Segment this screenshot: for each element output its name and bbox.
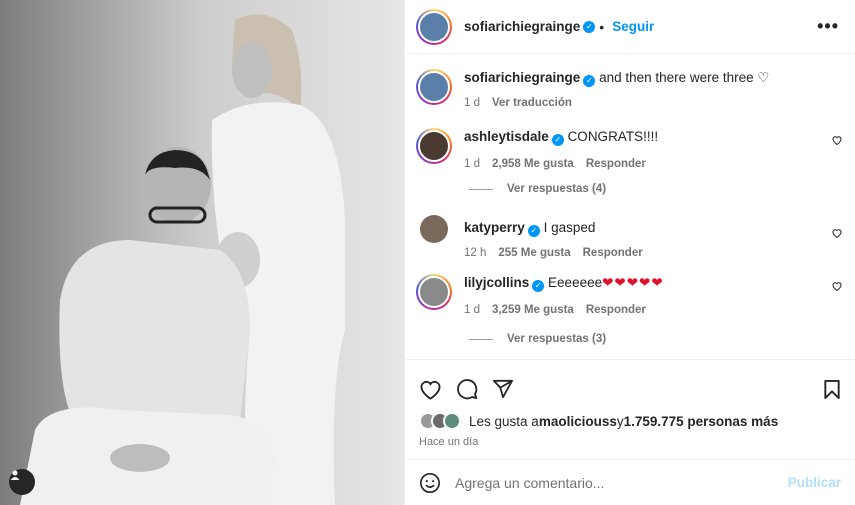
caption-username[interactable]: sofiarichiegrainge xyxy=(464,70,580,85)
caption-item: sofiarichiegrainge ✓ and then there were … xyxy=(416,69,843,109)
comment-username[interactable]: ashleytisdale xyxy=(464,129,549,144)
reply-button[interactable]: Responder xyxy=(586,158,646,170)
like-comment-heart-icon[interactable] xyxy=(831,227,843,239)
post-header: sofiarichiegrainge ✓ • Seguir ••• xyxy=(405,0,855,54)
view-replies-label[interactable]: Ver respuestas (3) xyxy=(507,333,606,345)
likes-prefix: Les gusta a xyxy=(469,413,539,429)
comment-item: katyperry ✓ I gasped 12 h 255 Me gusta Re… xyxy=(416,215,843,259)
save-bookmark-icon[interactable] xyxy=(823,379,841,400)
verified-icon: ✓ xyxy=(583,75,596,87)
caption-time[interactable]: 1 d xyxy=(464,97,480,109)
comment-input[interactable]: Agrega un comentario... xyxy=(455,475,788,491)
comment-item: lilyjcollins ✓ Eeeeeee❤❤❤❤❤ 1 d 3,259 Me … xyxy=(416,274,843,316)
author-avatar[interactable] xyxy=(416,69,452,105)
post-side-panel: sofiarichiegrainge ✓ • Seguir ••• sofiar… xyxy=(404,0,855,505)
comment-hearts: ❤❤❤❤❤ xyxy=(602,275,664,290)
comment-text: CONGRATS!!!! xyxy=(567,129,659,144)
comment-likes[interactable]: 3,259 Me gusta xyxy=(492,304,574,316)
share-send-icon[interactable] xyxy=(492,379,514,399)
verified-icon: ✓ xyxy=(551,134,564,146)
posted-time[interactable]: Hace un día xyxy=(405,430,855,448)
comment-username[interactable]: lilyjcollins xyxy=(464,275,529,290)
reply-button[interactable]: Responder xyxy=(583,247,643,259)
follow-button[interactable]: Seguir xyxy=(612,19,654,34)
comment-likes[interactable]: 2,958 Me gusta xyxy=(492,158,574,170)
like-heart-icon[interactable] xyxy=(419,379,442,400)
separator-dot: • xyxy=(599,18,605,35)
verified-icon: ✓ xyxy=(527,225,540,237)
likes-summary[interactable]: Les gusta a maoliciouss y 1.759.775 pers… xyxy=(405,406,855,430)
author-avatar[interactable] xyxy=(416,8,452,45)
tagged-user-icon[interactable] xyxy=(9,469,35,495)
post-actions: Les gusta a maoliciouss y 1.759.775 pers… xyxy=(405,359,855,459)
commenter-avatar[interactable] xyxy=(416,274,452,310)
liker-username[interactable]: maoliciouss xyxy=(539,414,617,429)
commenter-avatar[interactable] xyxy=(416,128,452,164)
view-replies-button[interactable]: Ver respuestas (4) xyxy=(469,183,606,195)
likes-count[interactable]: 1.759.775 personas más xyxy=(624,414,779,429)
like-comment-heart-icon[interactable] xyxy=(831,280,843,292)
like-comment-heart-icon[interactable] xyxy=(831,134,843,146)
comment-text: Eeeeeee xyxy=(548,275,603,290)
translate-link[interactable]: Ver traducción xyxy=(492,97,572,109)
commenter-avatar[interactable] xyxy=(420,215,448,243)
liker-avatars xyxy=(419,412,461,430)
reply-button[interactable]: Responder xyxy=(586,304,646,316)
replies-divider xyxy=(469,188,493,190)
view-replies-label[interactable]: Ver respuestas (4) xyxy=(507,183,606,195)
view-replies-button[interactable]: Ver respuestas (3) xyxy=(469,333,606,345)
more-options-icon[interactable]: ••• xyxy=(817,16,839,37)
comment-time[interactable]: 12 h xyxy=(464,247,486,259)
replies-divider xyxy=(469,338,493,340)
comment-bubble-icon[interactable] xyxy=(456,378,478,400)
publish-button[interactable]: Publicar xyxy=(788,475,841,490)
verified-icon: ✓ xyxy=(583,20,596,33)
post-photo[interactable] xyxy=(0,0,404,505)
comment-time[interactable]: 1 d xyxy=(464,158,480,170)
caption-text: and then there were three ♡ xyxy=(599,70,770,85)
comment-text: I gasped xyxy=(543,220,596,235)
emoji-icon[interactable] xyxy=(419,472,441,494)
verified-icon: ✓ xyxy=(532,280,545,292)
comment-username[interactable]: katyperry xyxy=(464,220,525,235)
comment-likes[interactable]: 255 Me gusta xyxy=(498,247,570,259)
comments-list: sofiarichiegrainge ✓ and then there were … xyxy=(405,55,855,359)
comment-time[interactable]: 1 d xyxy=(464,304,480,316)
add-comment-bar: Agrega un comentario... Publicar xyxy=(405,459,855,505)
author-username[interactable]: sofiarichiegrainge xyxy=(464,19,580,34)
photo-illustration xyxy=(0,0,404,505)
comment-item: ashleytisdale ✓ CONGRATS!!!! 1 d 2,958 Me… xyxy=(416,128,843,170)
likes-middle: y xyxy=(616,413,624,429)
